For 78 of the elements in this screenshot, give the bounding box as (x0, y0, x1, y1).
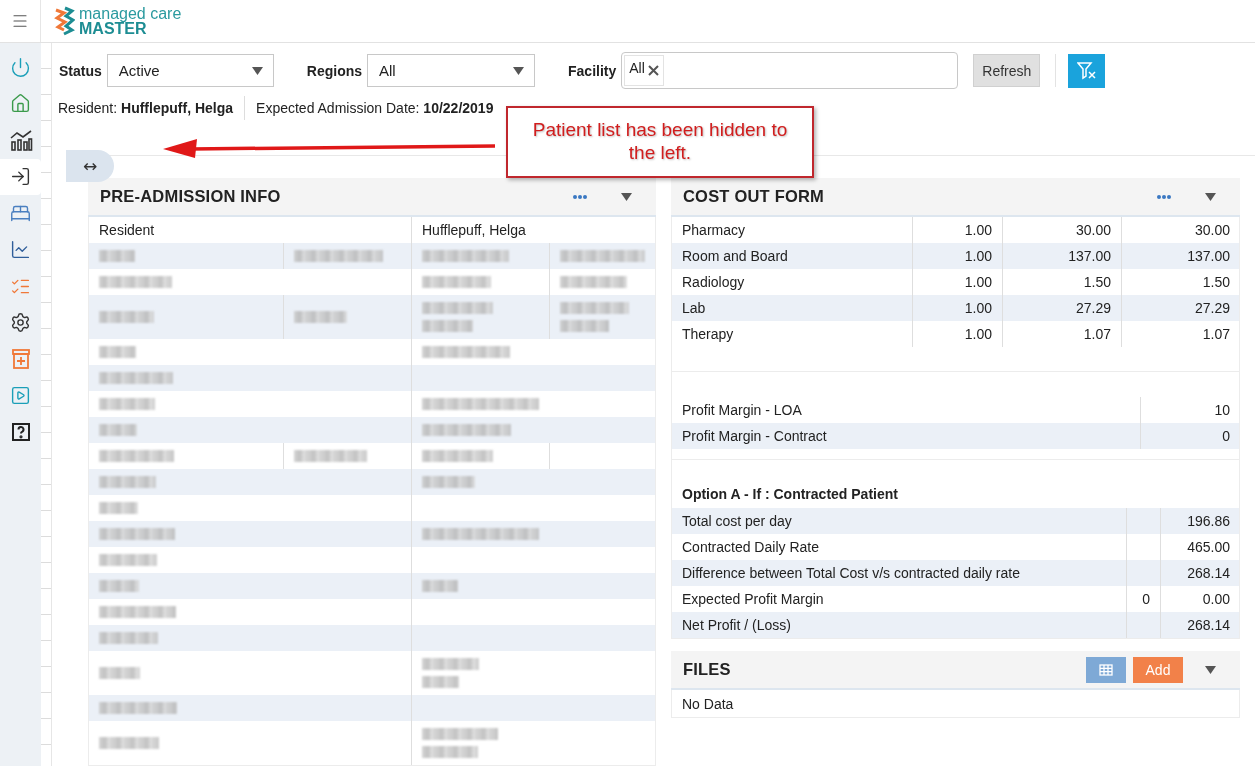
logo-text: managed care (79, 6, 182, 21)
table-cell-text: Net Profit / (Loss) (681, 616, 792, 635)
sidebar-item[interactable] (0, 158, 41, 195)
blurred-text (294, 311, 347, 323)
table-cell-text: Resident (98, 221, 156, 240)
clear-filter-button[interactable] (1068, 53, 1106, 88)
blurred-text (99, 346, 136, 358)
panel-title: COST OUT FORM (683, 187, 825, 206)
table-cell-text: Lab (681, 299, 707, 318)
logo-icon (53, 6, 75, 36)
blurred-text (99, 580, 139, 592)
blurred-text (422, 580, 458, 592)
blurred-text (99, 311, 154, 323)
blurred-text (99, 737, 159, 749)
blurred-text (99, 667, 140, 679)
table-cell-text: Difference between Total Cost v/s contracted daily rate (681, 564, 1021, 583)
blurred-text (422, 302, 493, 332)
filter-select[interactable]: All (367, 54, 536, 88)
grid-view-button[interactable] (1086, 656, 1126, 683)
blurred-text (422, 658, 479, 688)
table-cell-text: Profit Margin - Contract (681, 427, 828, 446)
resident-info: Resident: Hufflepuff, Helga (58, 100, 235, 117)
caret-icon[interactable] (1205, 192, 1216, 201)
table-cell-text: Room and Board (681, 247, 789, 266)
blurred-text (99, 476, 156, 488)
help-icon (11, 423, 30, 442)
table-cell: 268.14 (1160, 612, 1240, 638)
medical-box-icon (11, 349, 30, 370)
filter-label: Regions (306, 62, 363, 79)
table-cell-text: Radiology (681, 273, 746, 292)
filter-clear-icon (1076, 61, 1097, 80)
caret-icon[interactable] (621, 192, 632, 201)
table-cell-text: Contracted Daily Rate (681, 538, 820, 557)
grid-icon (1099, 663, 1113, 676)
annotation-callout: Patient list has been hidden to the left. (506, 106, 814, 178)
caret-icon[interactable] (513, 66, 525, 75)
table-cell-text: Pharmacy (681, 221, 747, 240)
table-cell-text: Therapy (681, 325, 735, 344)
blurred-text (99, 424, 137, 436)
bar-chart-icon (8, 129, 33, 152)
filter-label: Status (59, 62, 102, 79)
more-icon[interactable] (572, 193, 588, 200)
menu-icon (11, 12, 29, 30)
play-icon (10, 385, 31, 407)
blurred-text (422, 276, 491, 288)
panel-title: FILES (683, 660, 732, 679)
blurred-text (422, 476, 475, 488)
blurred-text (99, 554, 157, 566)
panel-title: PRE-ADMISSION INFO (100, 187, 282, 206)
blurred-text (560, 276, 627, 288)
blurred-text (99, 502, 138, 514)
blurred-text (99, 250, 135, 262)
remove-icon (647, 65, 659, 77)
admission-date-info: Expected Admission Date: 10/22/2019 (256, 100, 495, 117)
filter-select[interactable]: Active (106, 54, 274, 88)
power-icon (10, 56, 31, 78)
table-cell: 0 (1142, 591, 1150, 607)
blurred-text (99, 398, 155, 410)
caret-icon[interactable] (251, 66, 263, 75)
facility-field[interactable]: All (621, 52, 959, 90)
line-chart-icon (10, 239, 31, 261)
refresh-button[interactable]: Refresh (973, 54, 1041, 88)
blurred-text (560, 302, 629, 332)
home-icon (10, 93, 31, 115)
filter-label: Facility (568, 62, 617, 79)
settings-icon (10, 312, 31, 334)
facility-tag[interactable]: All (624, 55, 664, 87)
blurred-text (99, 632, 158, 644)
logo-text: MASTER (79, 21, 148, 36)
table-cell-text: Total cost per day (681, 512, 793, 531)
more-icon[interactable] (1156, 193, 1172, 200)
toggle-list-button[interactable]: ↔ (66, 149, 114, 182)
empty-message: No Data (681, 694, 735, 714)
table-cell-text: Expected Profit Margin (681, 590, 825, 609)
caret-icon[interactable] (1205, 665, 1216, 674)
table-cell-text: Profit Margin - LOA (681, 401, 803, 420)
login-icon (10, 166, 31, 188)
blurred-text (422, 450, 493, 462)
